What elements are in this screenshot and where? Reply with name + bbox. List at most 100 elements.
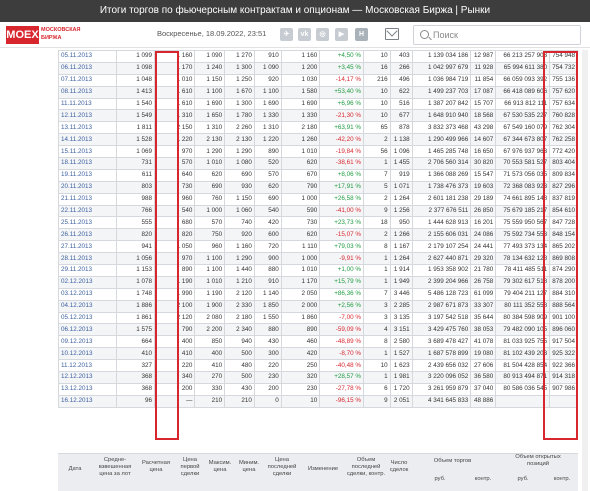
other-icon[interactable]: ◎ [316, 28, 329, 41]
table-cell[interactable]: 18.11.2013 [57, 157, 118, 170]
table-cell[interactable]: 13.11.2013 [57, 121, 118, 135]
table-cell[interactable]: 28.11.2013 [57, 252, 118, 266]
table-cell[interactable]: 12.11.2013 [57, 109, 118, 123]
h-icon[interactable]: H [355, 28, 368, 41]
table-cell: 1 738 476 373 [411, 180, 472, 194]
table-cell[interactable]: 11.11.2013 [57, 97, 118, 111]
table-cell: 690 [253, 192, 282, 206]
table-cell: 1 [362, 347, 391, 361]
col-oi-contr: контр. [553, 476, 571, 482]
table-cell: 270 [194, 371, 226, 384]
table-cell: 21 780 [470, 264, 497, 277]
table-cell: 4 [362, 323, 391, 337]
table-cell[interactable]: 05.11.2013 [57, 50, 118, 63]
table-cell: 2 [362, 228, 391, 242]
table-cell[interactable]: 06.12.2013 [57, 323, 118, 337]
table-cell: 420 [280, 347, 321, 361]
table-cell: 15 707 [470, 97, 497, 111]
table-cell: +17,91 % [319, 180, 364, 194]
table-cell[interactable]: 22.11.2013 [57, 204, 118, 218]
page-title: Итоги торгов по фьючерсным контрактам и … [99, 5, 491, 16]
col-wavg-header: Средне-взвешенная цена за лот [98, 457, 132, 477]
table-cell: -15,07 % [319, 228, 364, 242]
table-cell: -7,00 % [319, 311, 364, 325]
table-cell: 2 [362, 133, 391, 147]
col-min-header: Миним. цена [238, 460, 260, 473]
table-cell: 410 [116, 347, 155, 361]
table-cell: 1 042 997 679 [411, 61, 472, 75]
table-row: 05.12.2013 1 861 2 120 2 080 2 180 1 550 1 860… [57, 311, 578, 325]
table-cell: 1 030 [280, 73, 321, 87]
search-box[interactable] [413, 25, 581, 45]
table-cell: 941 [116, 240, 155, 254]
table-cell: 2 200 [194, 323, 226, 337]
table-cell: 1 210 [224, 275, 255, 289]
table-cell: 75 592 734 553 [495, 228, 551, 242]
table-cell: 77 493 373 134 [495, 240, 551, 254]
table-cell: 1 330 [280, 109, 321, 123]
table-cell[interactable]: 25.11.2013 [57, 216, 118, 230]
table-cell: +1,00 % [319, 264, 364, 277]
table-cell[interactable]: 05.12.2013 [57, 311, 118, 325]
table-cell: 570 [253, 168, 282, 182]
table-cell[interactable]: 12.12.2013 [57, 371, 118, 384]
table-cell: 1 010 [194, 275, 226, 289]
table-cell: 71 573 056 035 [495, 168, 551, 182]
table-cell[interactable]: 13.12.2013 [57, 382, 118, 396]
table-cell[interactable]: 03.12.2013 [57, 287, 118, 301]
table-cell: 1 413 [116, 85, 155, 99]
table-row: 19.11.2013 611 640 620 690 570 670 +8,06 % 7 919 1… [57, 168, 578, 182]
table-cell: 1 138 [389, 133, 413, 147]
table-cell[interactable]: 02.12.2013 [57, 275, 118, 289]
table-cell[interactable]: 04.12.2013 [57, 299, 118, 313]
table-row: 26.11.2013 820 820 750 920 600 620 -15,07 % 2 1 2… [57, 228, 578, 242]
table-cell: 620 [280, 228, 321, 242]
table-row: 12.11.2013 1 549 1 310 1 650 1 780 1 330 1 330… [57, 109, 578, 123]
table-cell: 2 627 440 871 [411, 252, 472, 266]
page-title-bar: Итоги торгов по фьючерсным контрактам и … [0, 0, 590, 22]
table-cell: 5 486 128 723 [411, 287, 472, 301]
table-cell[interactable]: 10.12.2013 [57, 347, 118, 361]
table-cell[interactable]: 08.11.2013 [57, 85, 118, 99]
table-cell: 368 [116, 382, 155, 396]
table-cell: 1 160 [224, 240, 255, 254]
moex-logo[interactable]: MOEX МОСКОВСКАЯ БИРЖА [6, 26, 80, 44]
table-cell[interactable]: 21.11.2013 [57, 192, 118, 206]
table-cell: 230 [253, 371, 282, 384]
table-cell: 19 603 [470, 180, 497, 194]
table-cell[interactable]: 19.11.2013 [57, 168, 118, 182]
table-cell: 1 [362, 157, 391, 170]
scrollbar[interactable] [582, 50, 588, 491]
youtube-icon[interactable]: ▶ [335, 28, 348, 41]
table-cell[interactable]: 11.12.2013 [57, 359, 118, 373]
table-cell: 1 550 [253, 311, 282, 325]
table-cell: 540 [253, 204, 282, 218]
table-cell[interactable]: 16.12.2013 [57, 394, 118, 408]
table-cell: 1 [362, 275, 391, 289]
table-cell[interactable]: 06.11.2013 [57, 61, 118, 75]
table-cell: 3 [362, 311, 391, 325]
table-cell: 29 320 [470, 252, 497, 266]
table-cell: 3 689 478 427 [411, 335, 472, 349]
table-cell[interactable]: 09.12.2013 [57, 335, 118, 349]
table-cell: 2 601 181 238 [411, 192, 472, 206]
table-row: 04.12.2013 1 886 2 100 1 900 2 330 1 850 2 000… [57, 299, 578, 313]
table-cell: 1 650 [194, 109, 226, 123]
table-cell[interactable]: 29.11.2013 [57, 264, 118, 277]
table-cell: 1 886 [116, 299, 155, 313]
telegram-icon[interactable]: ✈ [280, 28, 293, 41]
mail-icon[interactable] [385, 28, 399, 40]
table-cell[interactable]: 26.11.2013 [57, 228, 118, 242]
table-cell[interactable]: 14.11.2013 [57, 133, 118, 147]
table-cell: 1 748 [116, 287, 155, 301]
table-cell[interactable]: 20.11.2013 [57, 180, 118, 194]
table-cell: 1 670 [224, 85, 255, 99]
table-cell[interactable]: 27.11.2013 [57, 240, 118, 254]
highlight-open-interest [543, 51, 578, 440]
table-cell[interactable]: 15.11.2013 [57, 145, 118, 159]
vk-icon[interactable]: vk [298, 28, 311, 41]
table-cell: 670 [280, 168, 321, 182]
search-input[interactable] [433, 27, 573, 43]
table-cell[interactable]: 07.11.2013 [57, 73, 118, 87]
table-cell: 1 056 [116, 252, 155, 266]
